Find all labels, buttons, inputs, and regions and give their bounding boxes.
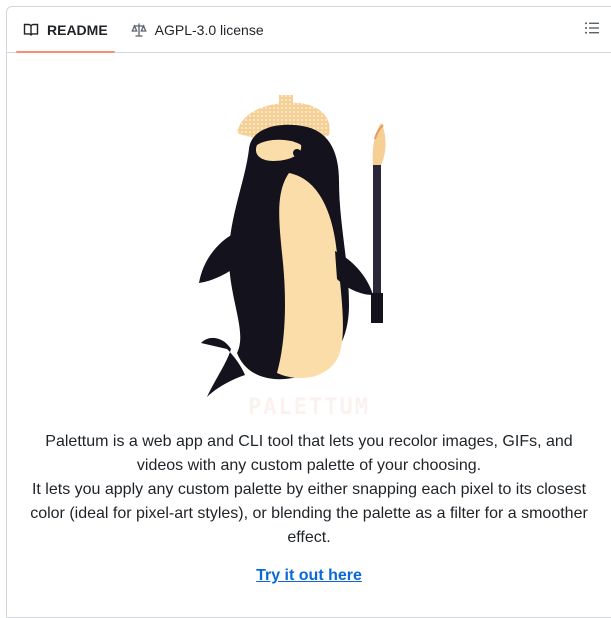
- list-unordered-icon: [584, 20, 600, 41]
- orca-mascot-image: [199, 95, 386, 397]
- try-it-container: Try it out here: [7, 567, 611, 585]
- tab-license-label: AGPL-3.0 license: [154, 21, 264, 38]
- tab-license[interactable]: AGPL-3.0 license: [124, 7, 271, 52]
- tab-readme-label: README: [47, 21, 108, 38]
- readme-description: Palettum is a web app and CLI tool that …: [29, 430, 589, 550]
- palettum-logo: Palettum: [189, 83, 429, 420]
- readme-tab-bar: README AGPL-3.0 license: [7, 7, 611, 53]
- outline-button[interactable]: [581, 19, 603, 41]
- tab-readme[interactable]: README: [16, 7, 115, 53]
- scale-icon: [130, 22, 147, 38]
- description-line-2: It lets you apply any custom palette by …: [30, 481, 588, 546]
- description-line-1: Palettum is a web app and CLI tool that …: [45, 433, 573, 474]
- readme-panel: README AGPL-3.0 license PALETTUM Palettu…: [6, 6, 611, 618]
- book-icon: [23, 22, 39, 38]
- logo-wordmark: Palettum: [248, 395, 370, 420]
- try-it-out-link[interactable]: Try it out here: [256, 567, 362, 584]
- readme-body: Palettum Palettum is a web app and CLI t…: [7, 53, 611, 585]
